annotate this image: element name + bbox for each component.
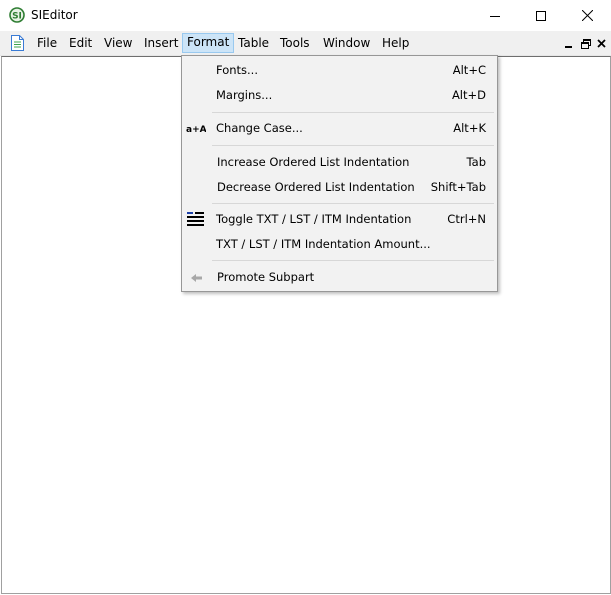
minimize-button[interactable] bbox=[472, 0, 518, 31]
menu-bar: File Edit View Insert Format Table Tools… bbox=[0, 31, 611, 56]
minimize-icon bbox=[490, 11, 500, 21]
svg-text:a+A: a+A bbox=[186, 125, 206, 135]
document-icon[interactable] bbox=[11, 35, 24, 51]
menu-file[interactable]: File bbox=[33, 34, 61, 52]
menu-item-shortcut: Alt+K bbox=[453, 121, 486, 135]
menu-item-label: Fonts... bbox=[216, 63, 258, 77]
maximize-icon bbox=[536, 10, 546, 21]
menu-item-toggle-indentation[interactable]: Toggle TXT / LST / ITM Indentation Ctrl+… bbox=[182, 207, 497, 232]
menu-item-label: Promote Subpart bbox=[217, 270, 315, 284]
menu-item-fonts[interactable]: Fonts... Alt+C bbox=[182, 58, 497, 83]
mdi-restore-icon bbox=[581, 38, 591, 52]
menu-item-label: Margins... bbox=[216, 88, 273, 102]
menu-edit[interactable]: Edit bbox=[65, 34, 96, 52]
menu-item-increase-indentation[interactable]: Increase Ordered List Indentation Tab bbox=[182, 150, 497, 175]
close-button[interactable] bbox=[564, 0, 610, 31]
menu-item-label: Toggle TXT / LST / ITM Indentation bbox=[216, 212, 412, 226]
menu-item-shortcut: Alt+C bbox=[452, 63, 486, 77]
menu-item-shortcut: Ctrl+N bbox=[447, 212, 486, 226]
menu-item-label: Increase Ordered List Indentation bbox=[217, 155, 410, 169]
menu-separator bbox=[212, 260, 494, 261]
menu-tools[interactable]: Tools bbox=[276, 34, 314, 52]
menu-separator bbox=[212, 145, 494, 146]
menu-item-label: Change Case... bbox=[216, 121, 303, 135]
menu-view[interactable]: View bbox=[100, 34, 136, 52]
menu-item-shortcut: Tab bbox=[466, 155, 486, 169]
menu-separator bbox=[212, 112, 494, 113]
menu-item-indentation-amount[interactable]: TXT / LST / ITM Indentation Amount... bbox=[182, 232, 497, 257]
menu-item-decrease-indentation[interactable]: Decrease Ordered List Indentation Shift+… bbox=[182, 175, 497, 200]
menu-window[interactable]: Window bbox=[319, 34, 374, 52]
menu-format[interactable]: Format bbox=[182, 33, 235, 53]
format-dropdown-menu: Fonts... Alt+C Margins... Alt+D a+A Chan… bbox=[181, 55, 498, 292]
maximize-button[interactable] bbox=[518, 0, 564, 31]
menu-item-shortcut: Alt+D bbox=[451, 88, 486, 102]
menu-item-margins[interactable]: Margins... Alt+D bbox=[182, 83, 497, 108]
menu-insert[interactable]: Insert bbox=[140, 34, 182, 52]
promote-arrow-icon bbox=[186, 270, 206, 285]
mdi-close-icon bbox=[597, 38, 606, 52]
sieditor-logo-icon: SI bbox=[9, 7, 25, 23]
svg-text:SI: SI bbox=[12, 12, 22, 22]
close-icon bbox=[581, 10, 593, 21]
menu-item-label: Decrease Ordered List Indentation bbox=[217, 180, 415, 194]
menu-item-change-case[interactable]: a+A Change Case... Alt+K bbox=[182, 116, 497, 141]
window-title: SIEditor bbox=[31, 8, 78, 22]
toggle-indentation-icon bbox=[186, 212, 206, 227]
menu-help[interactable]: Help bbox=[378, 34, 413, 52]
title-bar: SI SIEditor bbox=[0, 0, 611, 31]
menu-table[interactable]: Table bbox=[234, 34, 273, 52]
mdi-minimize-icon bbox=[565, 38, 573, 52]
menu-item-label: TXT / LST / ITM Indentation Amount... bbox=[216, 237, 431, 251]
menu-separator bbox=[212, 203, 494, 204]
menu-item-promote-subpart[interactable]: Promote Subpart bbox=[182, 265, 497, 290]
menu-item-shortcut: Shift+Tab bbox=[430, 180, 486, 194]
change-case-icon: a+A bbox=[186, 121, 207, 136]
